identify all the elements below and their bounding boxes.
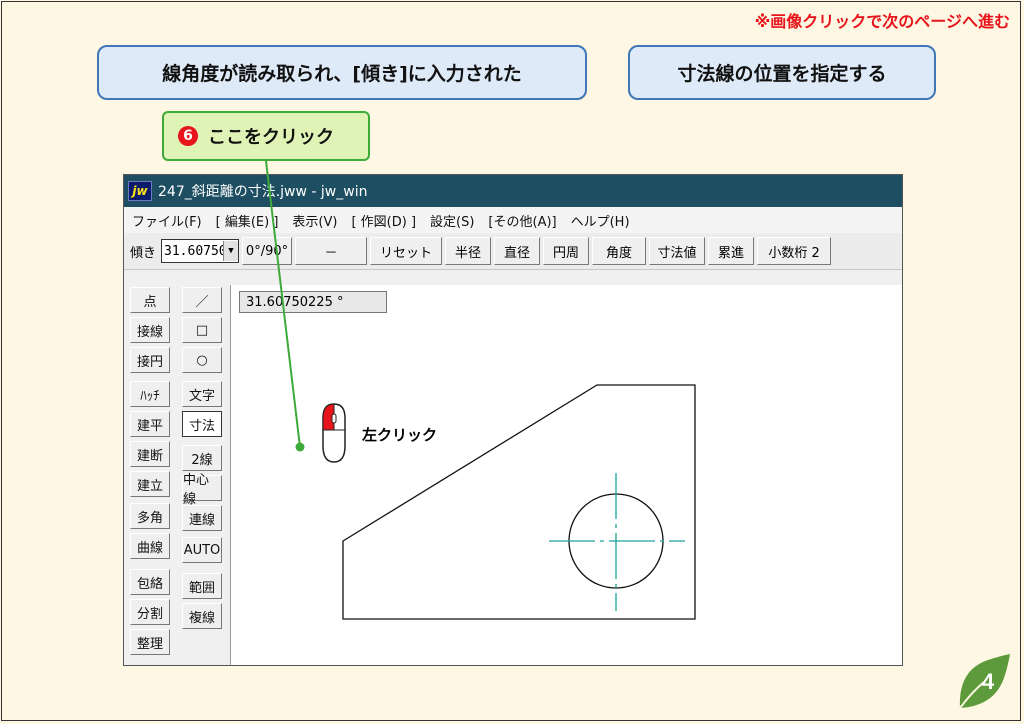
drawing-svg bbox=[342, 384, 696, 620]
tool-tangent-line[interactable]: 接線 bbox=[130, 317, 170, 343]
tool-connect-line[interactable]: 連線 bbox=[182, 505, 222, 531]
tool-line[interactable]: ／ bbox=[182, 287, 222, 313]
tool-envelope[interactable]: 包絡 bbox=[130, 569, 170, 595]
jw-win-window: jw 247_斜距離の寸法.jww - jw_win ファイル(F) [ 編集(… bbox=[123, 174, 903, 666]
menu-other[interactable]: [その他(A)] bbox=[488, 211, 556, 230]
menu-view[interactable]: 表示(V) bbox=[292, 211, 337, 230]
dimension-value-button[interactable]: 寸法値 bbox=[649, 237, 706, 265]
tool-dimension[interactable]: 寸法 bbox=[182, 411, 222, 437]
tool-cleanup[interactable]: 整理 bbox=[130, 629, 170, 655]
page-number: 4 bbox=[982, 669, 995, 694]
next-page-notice[interactable]: ※画像クリックで次のページへ進む bbox=[755, 8, 1010, 32]
callout-dimension-position: 寸法線の位置を指定する bbox=[628, 45, 936, 100]
jw-app-icon: jw bbox=[128, 181, 152, 201]
angle-combobox[interactable]: 31.60750225 ▼ bbox=[161, 239, 240, 263]
menu-file[interactable]: ファイル(F) bbox=[132, 211, 202, 230]
tool-copy-line[interactable]: 複線 bbox=[182, 603, 222, 629]
angle-label: 傾き bbox=[130, 245, 157, 261]
angle-value[interactable]: 31.60750225 bbox=[162, 244, 223, 259]
reset-button[interactable]: リセット bbox=[370, 237, 443, 265]
minus-button[interactable]: － bbox=[295, 237, 368, 265]
left-click-label: 左クリック bbox=[362, 426, 438, 444]
angle-button[interactable]: 角度 bbox=[592, 237, 647, 265]
tool-divide[interactable]: 分割 bbox=[130, 599, 170, 625]
decimal-places-button[interactable]: 小数桁 2 bbox=[757, 237, 832, 265]
tool-point[interactable]: 点 bbox=[130, 287, 170, 313]
tool-building-section[interactable]: 建断 bbox=[130, 441, 170, 467]
radius-button[interactable]: 半径 bbox=[445, 237, 492, 265]
tool-hatch[interactable]: ﾊｯﾁ bbox=[130, 381, 170, 407]
chevron-down-icon[interactable]: ▼ bbox=[223, 241, 239, 261]
left-tool-column: 点 接線 接円 ﾊｯﾁ 建平 建断 建立 多角 曲線 包絡 分割 整理 bbox=[130, 287, 172, 659]
tool-auto[interactable]: AUTO bbox=[182, 537, 222, 563]
angle-0-90-button[interactable]: 0°/90° bbox=[242, 237, 293, 265]
circumference-button[interactable]: 円周 bbox=[543, 237, 590, 265]
tool-polygon[interactable]: 多角 bbox=[130, 503, 170, 529]
menu-settings[interactable]: 設定(S) bbox=[430, 211, 474, 230]
step-text: ここをクリック bbox=[208, 127, 334, 148]
callout-click-here: 6 ここをクリック bbox=[162, 111, 370, 161]
menu-edit[interactable]: [ 編集(E) ] bbox=[216, 211, 279, 230]
tool-tangent-circle[interactable]: 接円 bbox=[130, 347, 170, 373]
dimension-toolbar: 傾き 31.60750225 ▼ 0°/90° － リセット 半径 直径 円周 … bbox=[124, 233, 902, 270]
menu-bar: ファイル(F) [ 編集(E) ] 表示(V) [ 作図(D) ] 設定(S) … bbox=[124, 207, 902, 233]
cumulative-button[interactable]: 累進 bbox=[708, 237, 755, 265]
title-bar: jw 247_斜距離の寸法.jww - jw_win bbox=[124, 175, 902, 207]
tool-curve[interactable]: 曲線 bbox=[130, 533, 170, 559]
callout-angle-read: 線角度が読み取られ、[傾き]に入力された bbox=[97, 45, 587, 100]
tool-building-plan[interactable]: 建平 bbox=[130, 411, 170, 437]
drawing-canvas[interactable]: 31.60750225 ° bbox=[230, 285, 902, 665]
right-tool-column: ／ □ ○ 文字 寸法 2線 中心線 連線 AUTO 範囲 複線 bbox=[182, 287, 224, 633]
leaf-page-icon: 4 bbox=[959, 654, 1010, 709]
tool-building-elevation[interactable]: 建立 bbox=[130, 471, 170, 497]
tool-rectangle[interactable]: □ bbox=[182, 317, 222, 343]
step-number-badge: 6 bbox=[178, 126, 198, 146]
tool-range[interactable]: 範囲 bbox=[182, 573, 222, 599]
tool-circle[interactable]: ○ bbox=[182, 347, 222, 373]
window-title: 247_斜距離の寸法.jww - jw_win bbox=[158, 184, 368, 200]
tool-center-line[interactable]: 中心線 bbox=[182, 473, 222, 507]
tool-text[interactable]: 文字 bbox=[182, 381, 222, 407]
diameter-button[interactable]: 直径 bbox=[494, 237, 541, 265]
menu-help[interactable]: ヘルプ(H) bbox=[571, 211, 630, 230]
tool-double-line[interactable]: 2線 bbox=[182, 445, 222, 471]
menu-draw[interactable]: [ 作図(D) ] bbox=[351, 211, 416, 230]
